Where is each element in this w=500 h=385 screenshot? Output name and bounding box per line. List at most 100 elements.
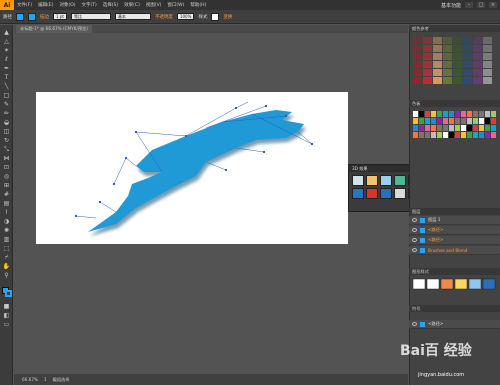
swatch-cell	[437, 111, 442, 117]
3d-style-3[interactable]	[380, 175, 392, 186]
layer-name: <路径>	[428, 227, 444, 232]
pen-tool-icon[interactable]: ✒	[2, 65, 11, 72]
eyedropper-tool-icon[interactable]: ⌇	[2, 209, 11, 216]
stroke-swatch[interactable]	[28, 12, 36, 21]
lasso-tool-icon[interactable]: ℓ	[2, 56, 11, 63]
blob-brush-tool-icon[interactable]: ◒	[2, 119, 11, 126]
paintbrush-tool-icon[interactable]: ✎	[2, 101, 11, 108]
swatch-cell	[485, 111, 490, 117]
layers-header[interactable]: 图层	[409, 208, 500, 215]
free-transform-tool-icon[interactable]: ⊡	[2, 164, 11, 171]
visibility-eye-icon[interactable]	[412, 238, 417, 242]
symbols-header[interactable]: 符号	[409, 305, 500, 312]
swatch-cell	[443, 118, 448, 124]
visibility-eye-icon[interactable]	[412, 248, 417, 252]
document-tab[interactable]: 未标题-1* @ 66.67% (CMYK/预览)	[16, 25, 92, 33]
width-tool-icon[interactable]: ⋈	[2, 155, 11, 162]
brush-definition[interactable]: 基本	[114, 13, 151, 20]
layer-color-icon	[420, 237, 425, 243]
layer-name: <路径>	[428, 321, 444, 326]
menu-effect[interactable]: 效果(C)	[121, 2, 143, 8]
swatch-cell	[479, 111, 484, 117]
menu-object[interactable]: 对象(O)	[56, 2, 78, 8]
swatch-cell	[443, 125, 448, 131]
color-guide-cell	[413, 77, 422, 84]
graphic-styles-grid[interactable]	[411, 277, 497, 301]
layer-row[interactable]: Brushes and Blend	[409, 246, 500, 255]
opacity-label[interactable]: 不透明度	[155, 14, 173, 20]
swatch-cell	[461, 132, 466, 138]
menu-type[interactable]: 文字(T)	[79, 2, 100, 8]
magic-wand-tool-icon[interactable]: ✶	[2, 47, 11, 54]
layer-row[interactable]: 图层 1	[409, 216, 500, 225]
stroke-weight-field[interactable]: 1 pt	[53, 13, 67, 20]
scale-tool-icon[interactable]: ⤡	[2, 146, 11, 153]
pencil-tool-icon[interactable]: ✏	[2, 110, 11, 117]
3d-style-1[interactable]	[352, 175, 364, 186]
bottom-layer-row[interactable]: <路径>	[409, 320, 500, 329]
transform-label[interactable]: 变换	[223, 14, 232, 20]
swatch-cell	[491, 111, 496, 117]
type-tool-icon[interactable]: T	[2, 74, 11, 81]
perspective-grid-tool-icon[interactable]: ⊞	[2, 182, 11, 189]
3d-style-4[interactable]	[394, 175, 406, 186]
eraser-tool-icon[interactable]: ◫	[2, 128, 11, 135]
mesh-tool-icon[interactable]: #	[2, 191, 11, 198]
zoom-level[interactable]: 66.67%	[22, 377, 38, 382]
gradient-tool-icon[interactable]: ▤	[2, 200, 11, 207]
minimize-icon[interactable]: –	[465, 2, 473, 8]
layer-row[interactable]: <路径>	[409, 226, 500, 235]
swatches-header[interactable]: 色板	[409, 100, 500, 107]
menu-view[interactable]: 视图(V)	[143, 2, 165, 8]
workspace-switcher[interactable]: 基本功能	[441, 2, 461, 9]
color-guide-cell	[473, 45, 482, 52]
stroke-color-box[interactable]	[5, 290, 12, 297]
shape-builder-tool-icon[interactable]: ◎	[2, 173, 11, 180]
graphic-styles-header[interactable]: 图形样式	[409, 268, 500, 275]
swatches-grid[interactable]	[411, 109, 497, 141]
blend-tool-icon[interactable]: ◑	[2, 218, 11, 225]
line-tool-icon[interactable]: ╲	[2, 83, 11, 90]
3d-style-2[interactable]	[366, 175, 378, 186]
fill-swatch[interactable]	[16, 12, 24, 21]
rotate-tool-icon[interactable]: ↻	[2, 137, 11, 144]
symbol-sprayer-tool-icon[interactable]: ✺	[2, 227, 11, 234]
close-icon[interactable]: ×	[489, 2, 497, 8]
menu-window[interactable]: 窗口(W)	[164, 2, 187, 8]
opacity-field[interactable]: 100%	[176, 13, 195, 20]
zoom-tool-icon[interactable]: ⚲	[2, 272, 11, 279]
swatch-cell	[491, 125, 496, 131]
selection-tool-icon[interactable]: ▲	[2, 29, 11, 36]
maximize-icon[interactable]: □	[477, 2, 485, 8]
color-guide-grid[interactable]	[411, 35, 497, 85]
color-guide-header[interactable]: 颜色参考	[409, 25, 500, 32]
3d-style-8[interactable]	[366, 188, 378, 199]
rectangle-tool-icon[interactable]: □	[2, 92, 11, 99]
color-mode-icon[interactable]: ■	[2, 303, 11, 310]
color-guide-cell	[423, 69, 432, 76]
direct-selection-tool-icon[interactable]: △	[2, 38, 11, 45]
visibility-eye-icon[interactable]	[412, 218, 417, 222]
hand-tool-icon[interactable]: ✋	[2, 263, 11, 270]
variable-width-profile[interactable]: 等比	[70, 13, 111, 20]
style-swatch[interactable]	[211, 12, 220, 21]
page-number[interactable]: 1	[44, 377, 47, 382]
3d-style-7[interactable]	[352, 188, 364, 199]
menu-edit[interactable]: 编辑(E)	[35, 2, 56, 8]
3d-style-9[interactable]	[380, 188, 392, 199]
slice-tool-icon[interactable]: ⌿	[2, 254, 11, 261]
layer-row[interactable]: <路径>	[409, 236, 500, 245]
artwork-bird-shape[interactable]	[36, 92, 348, 244]
visibility-eye-icon[interactable]	[412, 322, 417, 326]
column-graph-tool-icon[interactable]: ▥	[2, 236, 11, 243]
3d-style-10[interactable]	[394, 188, 406, 199]
visibility-eye-icon[interactable]	[412, 228, 417, 232]
menu-help[interactable]: 帮助(H)	[187, 2, 209, 8]
menu-file[interactable]: 文件(F)	[14, 2, 35, 8]
menu-select[interactable]: 选择(S)	[100, 2, 121, 8]
layer-color-icon	[420, 321, 425, 327]
screen-mode-icon[interactable]: ▭	[2, 321, 11, 328]
artboard-tool-icon[interactable]: ⬚	[2, 245, 11, 252]
stroke-label[interactable]: 描边	[40, 14, 49, 20]
drawing-mode-icon[interactable]: ◧	[2, 312, 11, 319]
